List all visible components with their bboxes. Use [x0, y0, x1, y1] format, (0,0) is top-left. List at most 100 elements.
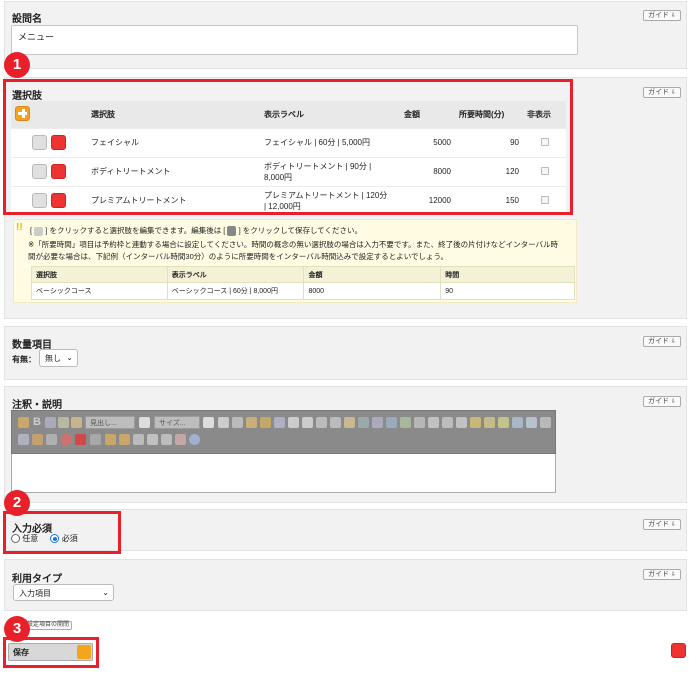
callout-box-1	[3, 79, 573, 215]
callout-badge-3: 3	[4, 616, 30, 642]
guide-label: ガイド	[647, 89, 669, 96]
chevron-down-icon: ⇩	[670, 90, 676, 96]
bullet-list-icon[interactable]	[288, 417, 299, 428]
horizontal-rule-icon[interactable]	[484, 417, 495, 428]
guide-button[interactable]: ガイド ⇩	[642, 336, 681, 347]
guide-button[interactable]: ガイド ⇩	[642, 396, 681, 407]
example-time: 90	[440, 282, 575, 300]
size-select[interactable]: サイズ...	[154, 416, 200, 429]
justify-icon[interactable]	[470, 417, 481, 428]
quantity-select-value: 無し	[45, 354, 61, 363]
show-blocks-icon[interactable]	[175, 434, 186, 445]
usage-type-panel: 利用タイプ ガイド ⇩ 入力項目 ⌄	[4, 559, 687, 611]
map-pin-icon[interactable]	[61, 434, 72, 445]
youtube-icon[interactable]	[75, 434, 86, 445]
chevron-down-icon: ⌄	[102, 588, 109, 597]
example-label: ベーシックコース | 60分 | 8,000円	[166, 282, 305, 300]
usage-type-title: 利用タイプ	[12, 574, 62, 585]
note-bracket-open: [	[30, 226, 33, 235]
template-icon[interactable]	[344, 417, 355, 428]
bold-icon[interactable]: B	[33, 416, 41, 428]
example-header-time: 時間	[440, 266, 575, 283]
example-header-label: 表示ラベル	[166, 266, 305, 283]
table-icon[interactable]	[414, 417, 425, 428]
text-format-icon[interactable]	[71, 417, 82, 428]
guide-button[interactable]: ガイド ⇩	[642, 569, 681, 580]
undo-icon[interactable]	[105, 434, 116, 445]
example-header-row: 選択肢 表示ラベル 金額 時間	[31, 266, 575, 283]
guide-label: ガイド	[647, 338, 669, 345]
example-row: ベーシックコース ベーシックコース | 60分 | 8,000円 8000 90	[31, 282, 575, 300]
chevron-down-icon: ⇩	[670, 13, 676, 19]
quantity-select[interactable]: 無し ⌄	[39, 349, 78, 367]
guide-label: ガイド	[647, 521, 669, 528]
quantity-panel: 数量項目 ガイド ⇩ 有無： 無し ⌄	[4, 326, 687, 380]
example-choice: ベーシックコース	[31, 282, 168, 300]
style-icon[interactable]	[18, 417, 29, 428]
trash-icon[interactable]	[671, 643, 686, 658]
note-text-post: ] をクリックして保存してください。	[238, 226, 363, 235]
guide-label: ガイド	[647, 398, 669, 405]
align-left-icon[interactable]	[428, 417, 439, 428]
guide-button[interactable]: ガイド ⇩	[642, 87, 681, 98]
align-center-icon[interactable]	[442, 417, 453, 428]
indent-icon[interactable]	[316, 417, 327, 428]
note-line-2: ※「所要時間」項目は予約枠と連動する場合に設定してください。時間の概念の無い選択…	[28, 240, 559, 249]
chevron-down-icon: ⇩	[670, 399, 676, 405]
usage-type-value: 入力項目	[19, 589, 51, 598]
guide-button[interactable]: ガイド ⇩	[642, 519, 681, 530]
image-icon[interactable]	[400, 417, 411, 428]
warning-icon: !!	[16, 222, 23, 233]
find-icon[interactable]	[32, 434, 43, 445]
smiley-icon[interactable]	[512, 417, 523, 428]
copy-icon[interactable]	[232, 417, 243, 428]
redo-icon[interactable]	[119, 434, 130, 445]
note-line-3: 間が必要な場合は、下記例（インターバル時間30分）のように所要時間をインターバル…	[28, 252, 449, 261]
question-name-title: 設問名	[12, 14, 42, 25]
guide-button[interactable]: ガイド ⇩	[642, 10, 681, 21]
size-select-value: サイズ...	[159, 420, 186, 427]
special-char-icon[interactable]	[498, 417, 509, 428]
maximize-icon[interactable]	[161, 434, 172, 445]
annotation-editor[interactable]	[11, 454, 556, 493]
rich-text-toolbar: B 見出し... サイズ...	[11, 410, 556, 454]
help-note: !! [ ] をクリックすると選択肢を編集できます。編集後は [ ] をクリック…	[13, 219, 577, 303]
help-icon[interactable]	[189, 434, 200, 445]
replace-icon[interactable]	[46, 434, 57, 445]
chevron-down-icon[interactable]	[139, 417, 150, 428]
quantity-label: 有無：	[12, 355, 36, 364]
callout-box-2	[3, 511, 121, 554]
media-icon[interactable]	[90, 434, 101, 445]
annotation-title: 注釈・説明	[12, 400, 62, 411]
unlink-icon[interactable]	[372, 417, 383, 428]
guide-label: ガイド	[647, 12, 669, 19]
example-header-choice: 選択肢	[31, 266, 168, 283]
numbered-list-icon[interactable]	[302, 417, 313, 428]
source-icon[interactable]	[133, 434, 144, 445]
link-icon[interactable]	[358, 417, 369, 428]
preview-icon[interactable]	[147, 434, 158, 445]
callout-badge-2: 2	[4, 490, 30, 516]
example-price: 8000	[303, 282, 442, 300]
pencil-icon	[34, 226, 44, 236]
chevron-down-icon[interactable]	[203, 417, 214, 428]
question-name-input[interactable]: メニュー	[11, 25, 578, 55]
paste-text-icon[interactable]	[260, 417, 271, 428]
heading-select[interactable]: 見出し...	[85, 416, 135, 429]
settings-toggle-button[interactable]: 設定項目の開閉	[24, 621, 73, 630]
paste-word-icon[interactable]	[274, 417, 285, 428]
guide-label: ガイド	[647, 571, 669, 578]
font-icon[interactable]	[58, 417, 69, 428]
select-all-icon[interactable]	[18, 434, 29, 445]
quote-icon[interactable]	[330, 417, 341, 428]
page-icon[interactable]	[218, 417, 229, 428]
note-text-mid: ] をクリックすると選択肢を編集できます。編集後は [	[45, 226, 226, 235]
example-header-price: 金額	[303, 266, 442, 283]
paste-icon[interactable]	[246, 417, 257, 428]
usage-type-select[interactable]: 入力項目 ⌄	[13, 584, 114, 601]
brush-icon[interactable]	[45, 417, 56, 428]
anchor-icon[interactable]	[386, 417, 397, 428]
iframe-icon[interactable]	[526, 417, 537, 428]
text-color-icon[interactable]	[540, 417, 551, 428]
align-right-icon[interactable]	[456, 417, 467, 428]
